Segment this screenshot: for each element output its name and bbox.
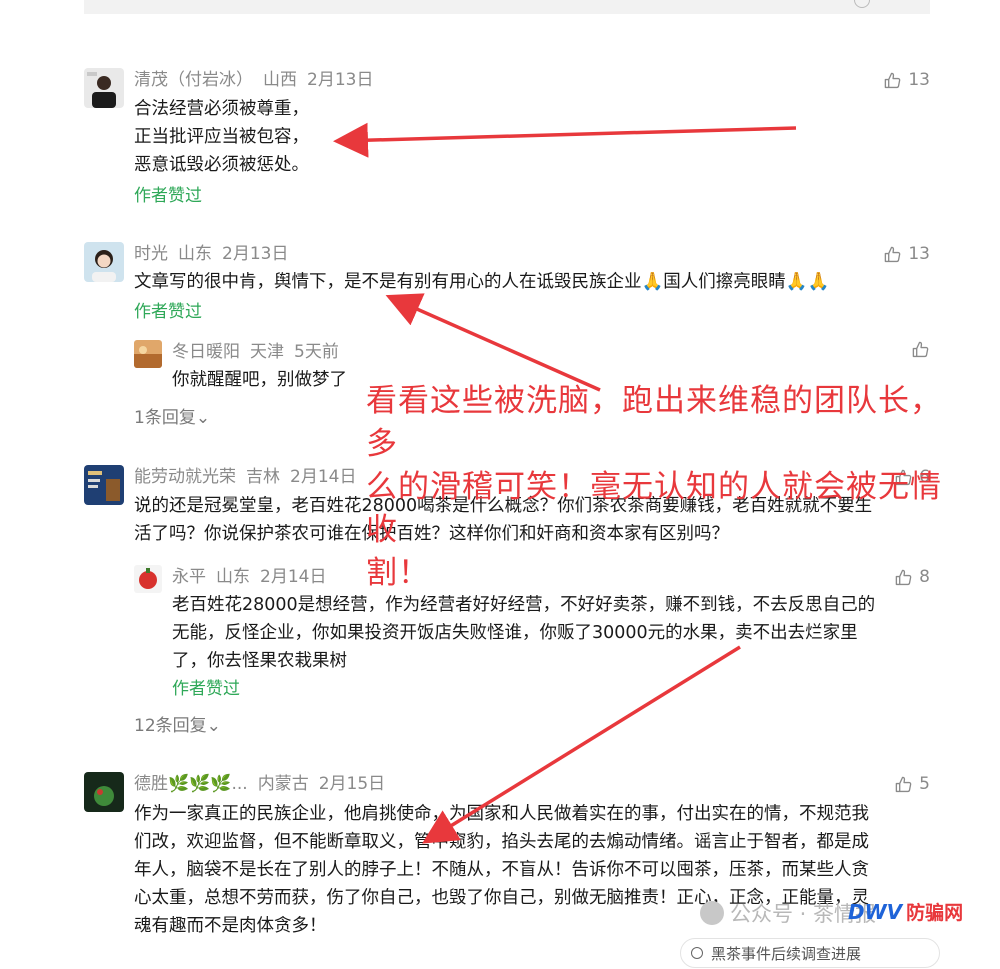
- search-suggestion-bar[interactable]: 黑茶事件后续调查进展: [680, 938, 940, 968]
- avatar[interactable]: [84, 68, 124, 108]
- reply-date: 2月14日: [260, 567, 327, 587]
- like-button[interactable]: [911, 340, 930, 359]
- comment-line: 合法经营必须被尊重，: [134, 99, 309, 119]
- comment-location: 内蒙古: [257, 774, 309, 794]
- comment-meta: 清茂（付岩冰） 山西 2月13日: [134, 68, 383, 92]
- comment-item: 清茂（付岩冰） 山西 2月13日 13 合法经营必须被尊重， 正当批评应当被包容， …: [84, 68, 930, 208]
- search-icon: [691, 947, 703, 959]
- comment-date: 2月15日: [318, 774, 386, 794]
- like-count: 13: [908, 244, 930, 264]
- avatar[interactable]: [84, 242, 124, 282]
- reply-meta: 冬日暖阳 天津 5天前: [172, 340, 349, 364]
- like-button[interactable]: 13: [883, 68, 930, 92]
- like-button[interactable]: 5: [894, 772, 930, 796]
- annotation-line: 看看这些被洗脑，跑出来维稳的团队长，多: [366, 383, 942, 462]
- search-icon[interactable]: [854, 0, 870, 8]
- comment-meta: 能劳动就光荣 吉林 2月14日: [134, 465, 366, 489]
- avatar[interactable]: [84, 465, 124, 505]
- like-button[interactable]: 13: [883, 242, 930, 266]
- comment-author[interactable]: 清茂（付岩冰）: [134, 70, 253, 90]
- comment-text: 文章写的很中肯，舆情下，是不是有别有用心的人在诋毁民族企业🙏国人们擦亮眼睛🙏🙏: [134, 268, 930, 296]
- comment-line: 正当批评应当被包容，: [134, 127, 309, 147]
- comment-date: 2月13日: [307, 70, 374, 90]
- reply-author[interactable]: 冬日暖阳: [172, 342, 240, 362]
- avatar[interactable]: [134, 340, 162, 368]
- annotation-text: 看看这些被洗脑，跑出来维稳的团队长，多 么的滑稽可笑！毫无认知的人就会被无情收 …: [366, 380, 946, 595]
- brand-watermark: DWV 防骗网: [848, 898, 963, 925]
- reply-location: 天津: [250, 342, 284, 362]
- top-bar: [84, 0, 930, 14]
- comment-author[interactable]: 时光: [134, 244, 168, 264]
- reply-date: 5天前: [294, 342, 339, 362]
- author-liked-badge: 作者赞过: [134, 302, 202, 322]
- reply-author[interactable]: 永平: [172, 567, 206, 587]
- comment-location: 山西: [263, 70, 297, 90]
- comment-line: 们改，欢迎监督，但不能断章取义，管中窥豹，掐头去尾的去煽动情绪。谣言止于智者，都…: [134, 832, 869, 852]
- thumbs-up-icon: [912, 341, 929, 358]
- brand-text: 防骗网: [906, 902, 964, 924]
- comment-date: 2月14日: [290, 467, 357, 487]
- comment-line: 文章写的很中肯，舆情下，是不是有别有用心的人在诋毁民族企业🙏国人们擦亮眼睛🙏🙏: [134, 272, 830, 292]
- comment-line: 恶意诋毁必须被惩处。: [134, 155, 309, 175]
- replies-toggle[interactable]: 1条回复⌄: [134, 406, 210, 430]
- comment-meta: 时光 山东 2月13日: [134, 242, 298, 266]
- author-liked-badge: 作者赞过: [134, 186, 202, 206]
- author-liked-badge: 作者赞过: [172, 679, 240, 699]
- reply-location: 山东: [216, 567, 250, 587]
- annotation-line: 割！: [366, 555, 430, 591]
- comment-line: 年人，脑袋不是长在了别人的脖子上！不随从，不盲从！告诉你不可以囤茶，压茶，而某些…: [134, 860, 869, 880]
- like-count: 13: [908, 70, 930, 90]
- wechat-icon: [700, 901, 724, 925]
- thumbs-up-icon: [885, 72, 901, 88]
- reply-line: 老百姓花28000是想经营，作为经营者好好经营，不好好卖茶，赚不到钱，不去反思自…: [172, 595, 876, 615]
- reply-line: 了，你去怪果农栽果树: [172, 651, 347, 671]
- search-suggestion-text: 黑茶事件后续调查进展: [711, 945, 862, 963]
- avatar[interactable]: [134, 565, 162, 593]
- comment-location: 山东: [178, 244, 212, 264]
- thumbs-up-icon: [885, 246, 901, 262]
- reply-text: 老百姓花28000是想经营，作为经营者好好经营，不好好卖茶，赚不到钱，不去反思自…: [172, 591, 930, 675]
- comment-meta: 德胜🌿🌿🌿... 内蒙古 2月15日: [134, 772, 395, 796]
- comment-location: 吉林: [246, 467, 280, 487]
- thumbs-up-icon: [895, 776, 912, 792]
- reply-meta: 永平 山东 2月14日: [172, 565, 336, 589]
- comment-date: 2月13日: [222, 244, 289, 264]
- brand-logo: DWV: [848, 899, 903, 924]
- comment-line: 作为一家真正的民族企业，他肩挑使命，为国家和人民做着实在的事，付出实在的情，不规…: [134, 804, 869, 824]
- reply-line: 无能，反怪企业，你如果投资开饭店失败怪谁，你贩了30000元的水果，卖不出去烂家…: [172, 623, 858, 643]
- like-count: 5: [919, 774, 930, 794]
- avatar[interactable]: [84, 772, 124, 812]
- comment-author[interactable]: 德胜🌿🌿🌿...: [134, 774, 248, 794]
- comment-text: 合法经营必须被尊重， 正当批评应当被包容， 恶意诋毁必须被惩处。: [134, 95, 930, 179]
- annotation-line: 么的滑稽可笑！毫无认知的人就会被无情收: [366, 469, 942, 548]
- comment-author[interactable]: 能劳动就光荣: [134, 467, 236, 487]
- replies-toggle[interactable]: 12条回复⌄: [134, 714, 221, 738]
